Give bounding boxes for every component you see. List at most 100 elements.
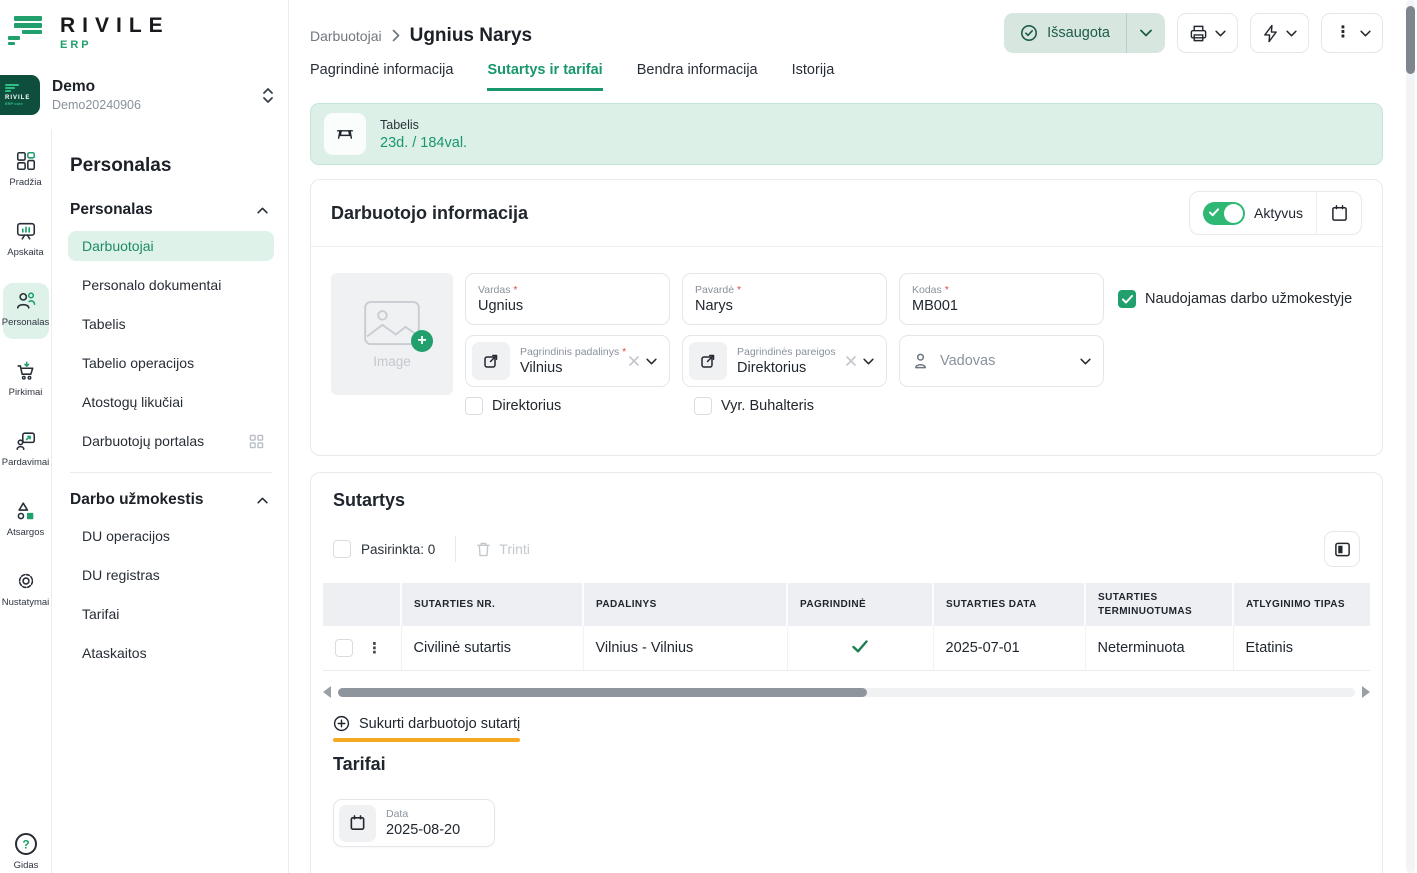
vertical-scrollbar[interactable] xyxy=(1406,0,1415,873)
image-placeholder-label: Image xyxy=(373,354,411,369)
add-photo-button[interactable]: + xyxy=(411,330,433,352)
naudojamas-checkbox[interactable]: Naudojamas darbo užmokestyje xyxy=(1118,290,1352,308)
table-row[interactable]: ⋮ Civilinė sutartis Vilnius - Vilnius 20… xyxy=(323,626,1370,671)
clear-icon[interactable] xyxy=(628,355,640,367)
scroll-right-icon[interactable] xyxy=(1362,686,1370,698)
tab-pagrindine-informacija[interactable]: Pagrindinė informacija xyxy=(310,62,453,91)
sidebar-item-tabelio-operacijos[interactable]: Tabelio operacijos xyxy=(68,348,274,378)
column-header-padalinys[interactable]: PADALINYS xyxy=(583,583,787,626)
direktorius-checkbox[interactable]: Direktorius xyxy=(465,397,670,415)
date-value: 2025-08-20 xyxy=(386,822,460,838)
more-menu-button[interactable]: ⋮ xyxy=(1321,13,1383,53)
chevron-down-icon[interactable] xyxy=(863,358,874,365)
print-button[interactable] xyxy=(1177,13,1238,53)
cell-sutarties-nr[interactable]: Civilinė sutartis xyxy=(401,626,583,671)
create-contract-button[interactable]: Sukurti darbuotojo sutartį xyxy=(333,715,520,732)
chevron-down-icon[interactable] xyxy=(646,358,657,365)
plus-circle-icon xyxy=(333,715,350,732)
pareigos-field[interactable]: Pagrindinės pareigos Direktorius xyxy=(682,335,887,387)
cell-atlyginimo-tipas: Etatinis xyxy=(1233,626,1370,671)
rail-item-pirkimai[interactable]: Pirkimai xyxy=(0,353,52,409)
sidebar-item-ataskaitos[interactable]: Ataskaitos xyxy=(68,638,274,668)
scrollbar-thumb[interactable] xyxy=(1406,6,1415,74)
rail-item-personalas[interactable]: Personalas xyxy=(0,283,52,339)
column-header-sutarties-nr[interactable]: SUTARTIES NR. xyxy=(401,583,583,626)
workspace-selector[interactable]: RIVILE ERP core Demo Demo20240906 xyxy=(0,57,288,129)
rail-item-pradzia[interactable]: Pradžia xyxy=(0,143,52,199)
save-dropdown-button[interactable] xyxy=(1127,29,1165,37)
external-link-icon[interactable] xyxy=(689,342,727,380)
calendar-icon[interactable] xyxy=(339,805,376,842)
page-title: Ugnius Narys xyxy=(410,25,532,47)
vadovas-select[interactable]: Vadovas xyxy=(899,335,1104,387)
column-header-terminuotumas[interactable]: SUTARTIES TERMINUOTUMAS xyxy=(1085,583,1233,626)
column-header-atlyginimo-tipas[interactable]: ATLYGINIMO TIPAS xyxy=(1233,583,1370,626)
sidebar-item-du-registras[interactable]: DU registras xyxy=(68,560,274,590)
printer-icon xyxy=(1189,24,1208,43)
rail-item-atsargos[interactable]: Atsargos xyxy=(0,493,52,549)
select-all-checkbox[interactable] xyxy=(333,540,351,558)
brand-sub: ERP xyxy=(60,39,170,51)
tab-istorija[interactable]: Istorija xyxy=(792,62,835,91)
row-kebab-icon[interactable]: ⋮ xyxy=(367,639,382,657)
cart-icon xyxy=(15,360,37,382)
kodas-field[interactable]: Kodas * MB001 xyxy=(899,273,1104,325)
calendar-button[interactable] xyxy=(1317,204,1361,222)
check-circle-icon xyxy=(1020,24,1038,42)
trash-icon xyxy=(476,541,491,558)
person-icon xyxy=(912,352,929,370)
main-content: Darbuotojai Ugnius Narys Išsaugota xyxy=(289,0,1417,873)
chevron-down-icon xyxy=(1080,358,1091,365)
column-settings-button[interactable] xyxy=(1324,531,1360,567)
chevron-updown-icon[interactable] xyxy=(262,87,274,104)
menu-section-personalas[interactable]: Personalas xyxy=(68,201,274,219)
active-toggle[interactable]: Aktyvus xyxy=(1190,202,1316,225)
tab-sutartys-ir-tarifai[interactable]: Sutartys ir tarifai xyxy=(487,62,602,91)
table-icon xyxy=(324,113,366,155)
rail-item-gidas[interactable]: ? Gidas xyxy=(0,831,52,871)
external-link-icon[interactable] xyxy=(472,342,510,380)
sidebar-item-du-operacijos[interactable]: DU operacijos xyxy=(68,521,274,551)
actions-button[interactable] xyxy=(1250,13,1309,53)
contracts-toolbar: Pasirinkta: 0 Trinti xyxy=(311,531,1382,567)
vyr-buhalteris-checkbox[interactable]: Vyr. Buhalteris xyxy=(694,397,814,415)
sidebar-item-darbuotoju-portalas[interactable]: Darbuotojų portalas xyxy=(68,426,274,456)
tariff-date-field[interactable]: Data 2025-08-20 xyxy=(333,799,495,847)
column-header-sutarties-data[interactable]: SUTARTIES DATA xyxy=(933,583,1085,626)
chevron-up-icon xyxy=(257,207,268,214)
sidebar-item-darbuotojai[interactable]: Darbuotojai xyxy=(68,231,274,261)
pavarde-field[interactable]: Pavardė * Narys xyxy=(682,273,887,325)
clear-icon[interactable] xyxy=(845,355,857,367)
sidebar-item-atostogu-likuciai[interactable]: Atostogų likučiai xyxy=(68,387,274,417)
delete-button[interactable]: Trinti xyxy=(476,541,530,558)
rail-item-apskaita[interactable]: Apskaita xyxy=(0,213,52,269)
rail-item-nustatymai[interactable]: Nustatymai xyxy=(0,563,52,619)
tabelis-banner[interactable]: Tabelis 23d. / 184val. xyxy=(310,103,1383,165)
chevron-down-icon xyxy=(1215,30,1226,37)
vardas-field[interactable]: Vardas * Ugnius xyxy=(465,273,670,325)
module-rail: Pradžia Apskaita xyxy=(0,129,52,873)
pareigos-value: Direktorius xyxy=(737,360,845,376)
tab-bendra-informacija[interactable]: Bendra informacija xyxy=(637,62,758,91)
contracts-table: SUTARTIES NR. PADALINYS PAGRINDINĖ SUTAR… xyxy=(323,583,1370,671)
employee-photo-placeholder[interactable]: Image + xyxy=(331,273,453,395)
column-header-pagrindine[interactable]: PAGRINDINĖ xyxy=(787,583,933,626)
rail-item-pardavimai[interactable]: Pardavimai xyxy=(0,423,52,479)
horizontal-scrollbar[interactable] xyxy=(323,686,1370,698)
scrollbar-thumb[interactable] xyxy=(338,688,867,697)
padalinys-field[interactable]: Pagrindinis padalinys * Vilnius xyxy=(465,335,670,387)
sidebar-item-tarifai[interactable]: Tarifai xyxy=(68,599,274,629)
menu-section-darbo-uzmokestis[interactable]: Darbo užmokestis xyxy=(68,491,274,509)
scroll-left-icon[interactable] xyxy=(323,686,331,698)
banner-label: Tabelis xyxy=(380,118,467,132)
sidebar-item-personalo-dokumentai[interactable]: Personalo dokumentai xyxy=(68,270,274,300)
kebab-icon: ⋮ xyxy=(1333,25,1353,41)
breadcrumb: Darbuotojai Ugnius Narys xyxy=(310,25,532,47)
breadcrumb-parent[interactable]: Darbuotojai xyxy=(310,28,382,44)
sidebar-item-tabelis[interactable]: Tabelis xyxy=(68,309,274,339)
gear-icon xyxy=(15,570,37,592)
help-icon: ? xyxy=(13,831,39,857)
row-checkbox[interactable] xyxy=(335,639,353,657)
save-button[interactable]: Išsaugota xyxy=(1004,24,1126,42)
chevron-down-icon xyxy=(1286,30,1297,37)
